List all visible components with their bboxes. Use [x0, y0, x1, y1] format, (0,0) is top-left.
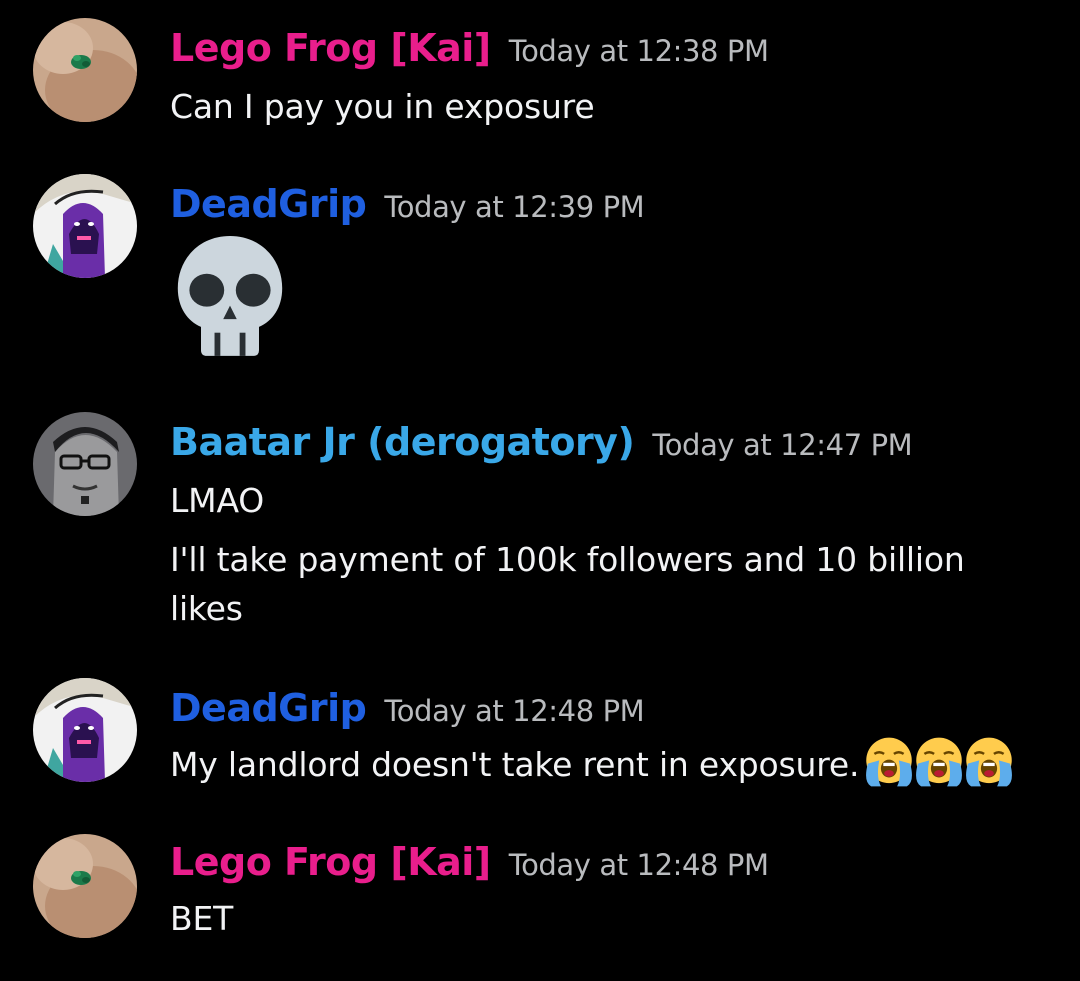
username[interactable]: DeadGrip [170, 686, 367, 730]
message-line: I'll take payment of 100k followers and … [170, 540, 965, 579]
baatar-avatar[interactable] [33, 412, 137, 516]
message-line: likes [170, 589, 243, 628]
username[interactable]: DeadGrip [170, 182, 367, 226]
message-header: Lego Frog [Kai] Today at 12:38 PM [170, 26, 769, 70]
message-header: DeadGrip Today at 12:39 PM [170, 182, 645, 226]
skull-emoji [172, 232, 288, 362]
message-line: BET [170, 899, 234, 938]
message-line: Can I pay you in exposure [170, 87, 595, 126]
message-line: LMAO [170, 481, 265, 520]
deadgrip-avatar[interactable] [33, 174, 137, 278]
loudly-crying-emoji [863, 736, 915, 788]
message-text: BET [170, 894, 1030, 943]
username[interactable]: Lego Frog [Kai] [170, 840, 491, 884]
timestamp: Today at 12:39 PM [384, 190, 645, 224]
lego-frog-avatar[interactable] [33, 18, 137, 122]
lego-frog-avatar[interactable] [33, 834, 137, 938]
message-line: My landlord doesn't take rent in exposur… [170, 745, 860, 784]
username[interactable]: Baatar Jr (derogatory) [170, 420, 635, 464]
message-text: LMAO I'll take payment of 100k followers… [170, 476, 1030, 633]
message-text: My landlord doesn't take rent in exposur… [170, 740, 1030, 789]
loudly-crying-emoji [913, 736, 965, 788]
message-header: Baatar Jr (derogatory) Today at 12:47 PM [170, 420, 913, 464]
timestamp: Today at 12:38 PM [508, 34, 769, 68]
message-header: Lego Frog [Kai] Today at 12:48 PM [170, 840, 769, 884]
timestamp: Today at 12:47 PM [652, 428, 913, 462]
loudly-crying-emoji [963, 736, 1015, 788]
timestamp: Today at 12:48 PM [508, 848, 769, 882]
deadgrip-avatar[interactable] [33, 678, 137, 782]
username[interactable]: Lego Frog [Kai] [170, 26, 491, 70]
timestamp: Today at 12:48 PM [384, 694, 645, 728]
message-header: DeadGrip Today at 12:48 PM [170, 686, 645, 730]
message-text: Can I pay you in exposure [170, 82, 1030, 131]
